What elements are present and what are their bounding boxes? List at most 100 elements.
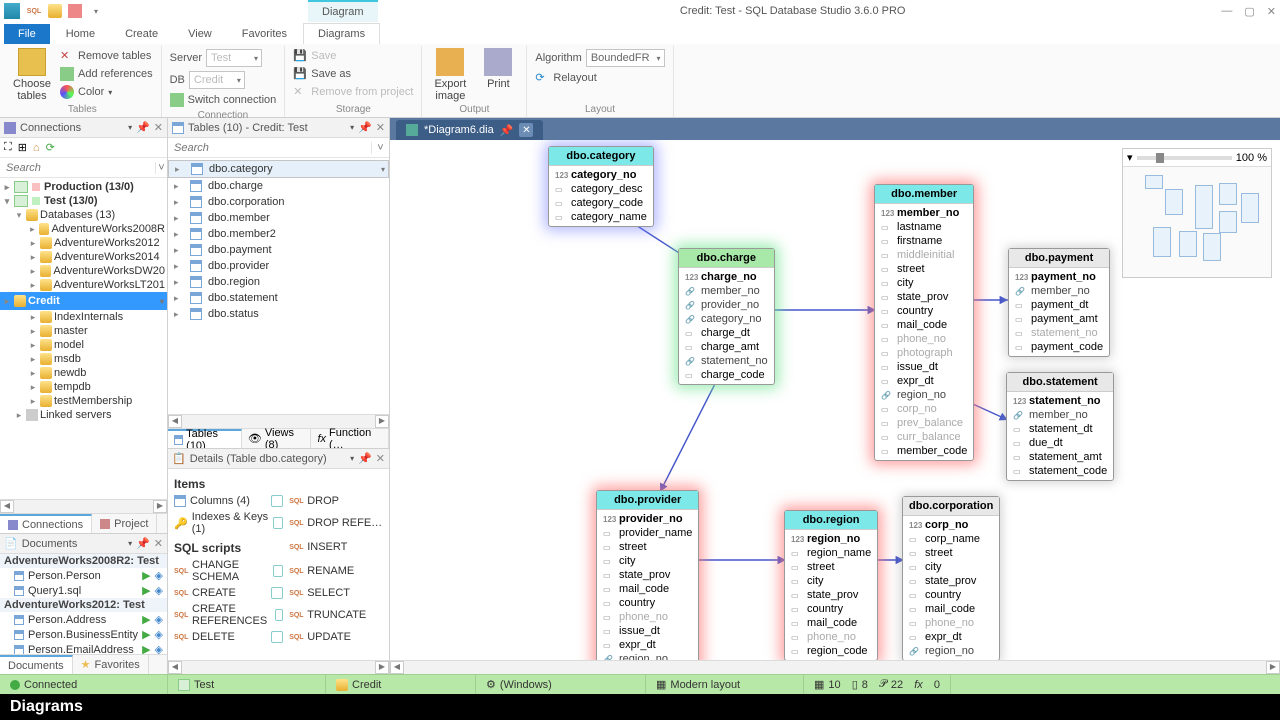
table-header[interactable]: dbo.corporation: [903, 497, 999, 516]
connections-tree[interactable]: ▸Production (13/0)▾Test (13/0)▾Databases…: [0, 178, 167, 499]
pane-dropdown-icon[interactable]: ▾: [128, 539, 132, 548]
column-row[interactable]: ▭charge_amt: [683, 340, 770, 354]
run-icon[interactable]: ▶: [142, 628, 150, 641]
qat-dropdown-icon[interactable]: ▾: [88, 3, 104, 19]
color-button[interactable]: Color ▾: [58, 84, 155, 100]
column-row[interactable]: 123statement_no: [1011, 394, 1109, 408]
diagram-table[interactable]: dbo.payment123payment_no🔗member_no▭payme…: [1008, 248, 1110, 357]
refresh-icon[interactable]: [271, 495, 283, 507]
column-row[interactable]: 🔗category_no: [683, 312, 770, 326]
document-item[interactable]: Query1.sql▶◈: [0, 583, 167, 598]
column-row[interactable]: 🔗provider_no: [683, 298, 770, 312]
pane-close-icon[interactable]: ✕: [376, 121, 385, 134]
script-item[interactable]: SQLINSERT: [289, 537, 383, 557]
save-button[interactable]: 💾Save: [291, 48, 415, 64]
table-row[interactable]: ▸dbo.statement: [168, 290, 389, 306]
pane-close-icon[interactable]: ✕: [376, 452, 385, 465]
column-row[interactable]: ▭statement_no: [1013, 326, 1105, 340]
column-row[interactable]: ▭mail_code: [789, 616, 873, 630]
column-row[interactable]: ▭corp_no: [879, 402, 969, 416]
script-item[interactable]: SQLUPDATE: [289, 629, 383, 645]
script-item[interactable]: SQLCREATE REFERENCES: [174, 601, 283, 629]
column-row[interactable]: 🔗member_no: [1013, 284, 1105, 298]
column-row[interactable]: ▭city: [789, 574, 873, 588]
column-row[interactable]: ▭expr_dt: [601, 638, 694, 652]
pane-dropdown-icon[interactable]: ▾: [350, 123, 354, 132]
pane-dropdown-icon[interactable]: ▾: [350, 454, 354, 463]
database-node[interactable]: ▸testMembership: [0, 394, 167, 408]
column-row[interactable]: ▭expr_dt: [879, 374, 969, 388]
tab-home[interactable]: Home: [52, 24, 109, 44]
table-row[interactable]: ▸dbo.provider: [168, 258, 389, 274]
column-row[interactable]: ▭payment_code: [1013, 340, 1105, 354]
linked-servers-node[interactable]: ▸Linked servers: [0, 408, 167, 422]
column-row[interactable]: ▭state_prov: [879, 290, 969, 304]
column-row[interactable]: 🔗statement_no: [683, 354, 770, 368]
table-header[interactable]: dbo.provider: [597, 491, 698, 510]
column-row[interactable]: ▭issue_dt: [601, 624, 694, 638]
tab-favorites[interactable]: Favorites: [228, 24, 301, 44]
pane-pin-icon[interactable]: 📌: [358, 121, 372, 134]
tab-diagrams[interactable]: Diagrams: [303, 23, 380, 44]
table-row[interactable]: ▸dbo.status: [168, 306, 389, 322]
column-row[interactable]: ▭prev_balance: [879, 416, 969, 430]
database-node[interactable]: ▸AdventureWorks2008R: [0, 222, 167, 236]
diagram-table[interactable]: dbo.category123category_no▭category_desc…: [548, 146, 654, 227]
column-row[interactable]: 🔗member_no: [1011, 408, 1109, 422]
column-row[interactable]: 🔗region_no: [879, 388, 969, 402]
column-row[interactable]: ▭mail_code: [879, 318, 969, 332]
refresh-icon[interactable]: [273, 565, 283, 577]
database-node[interactable]: ▸AdventureWorks2012: [0, 236, 167, 250]
view-views[interactable]: 👁Views (8): [242, 429, 312, 448]
view-tables[interactable]: Tables (10): [168, 429, 242, 448]
save-as-button[interactable]: 💾Save as: [291, 66, 415, 82]
column-row[interactable]: ▭phone_no: [601, 610, 694, 624]
refresh-icon[interactable]: [271, 587, 283, 599]
table-header[interactable]: dbo.category: [549, 147, 653, 166]
pane-pin-icon[interactable]: 📌: [358, 452, 372, 465]
tab-view[interactable]: View: [174, 24, 226, 44]
column-row[interactable]: ▭state_prov: [907, 574, 995, 588]
database-node[interactable]: ▸IndexInternals: [0, 310, 167, 324]
column-row[interactable]: ▭firstname: [879, 234, 969, 248]
run-icon[interactable]: ▶: [142, 584, 150, 597]
connections-search-input[interactable]: [0, 160, 155, 176]
server-node[interactable]: ▾Test (13/0): [0, 194, 167, 208]
qat-grid-icon[interactable]: [68, 4, 82, 18]
column-row[interactable]: ▭mail_code: [601, 582, 694, 596]
minimize-icon[interactable]: —: [1221, 5, 1232, 18]
column-row[interactable]: 🔗member_no: [683, 284, 770, 298]
maximize-icon[interactable]: ▢: [1244, 5, 1254, 18]
column-row[interactable]: ▭street: [907, 546, 995, 560]
column-row[interactable]: ▭expr_dt: [907, 630, 995, 644]
run-icon[interactable]: ▶: [142, 613, 150, 626]
refresh-icon[interactable]: [271, 631, 283, 643]
column-row[interactable]: ▭member_code: [879, 444, 969, 458]
column-row[interactable]: ▭country: [789, 602, 873, 616]
column-row[interactable]: ▭state_prov: [601, 568, 694, 582]
db-selector[interactable]: DBCredit: [168, 70, 279, 90]
column-row[interactable]: ▭statement_code: [1011, 464, 1109, 478]
column-row[interactable]: ▭street: [789, 560, 873, 574]
diagram-table[interactable]: dbo.region123region_no▭region_name▭stree…: [784, 510, 878, 660]
tables-list[interactable]: ▸dbo.category▸dbo.charge▸dbo.corporation…: [168, 158, 389, 414]
column-row[interactable]: ▭category_desc: [553, 182, 649, 196]
column-row[interactable]: ▭country: [907, 588, 995, 602]
remove-from-project-button[interactable]: ✕Remove from project: [291, 84, 415, 100]
script-item[interactable]: SQLDROP: [289, 493, 383, 509]
indexes-item[interactable]: 🔑Indexes & Keys (1): [174, 509, 283, 537]
search-dropdown-icon[interactable]: ˅: [371, 142, 389, 154]
column-row[interactable]: ▭mail_code: [907, 602, 995, 616]
pane-dropdown-icon[interactable]: ▾: [128, 123, 132, 132]
doc-close-icon[interactable]: ✕: [519, 123, 533, 137]
database-node[interactable]: ▸AdventureWorksLT201: [0, 278, 167, 292]
column-row[interactable]: ▭payment_dt: [1013, 298, 1105, 312]
document-tab[interactable]: *Diagram6.dia 📌 ✕: [396, 120, 543, 140]
columns-item[interactable]: Columns (4): [174, 493, 283, 509]
table-row[interactable]: ▸dbo.category: [168, 160, 389, 178]
tab-favorites[interactable]: ★Favorites: [73, 655, 149, 674]
column-row[interactable]: ▭provider_name: [601, 526, 694, 540]
column-row[interactable]: ▭curr_balance: [879, 430, 969, 444]
document-group[interactable]: AdventureWorks2008R2: Test: [0, 554, 167, 568]
column-row[interactable]: ▭street: [879, 262, 969, 276]
